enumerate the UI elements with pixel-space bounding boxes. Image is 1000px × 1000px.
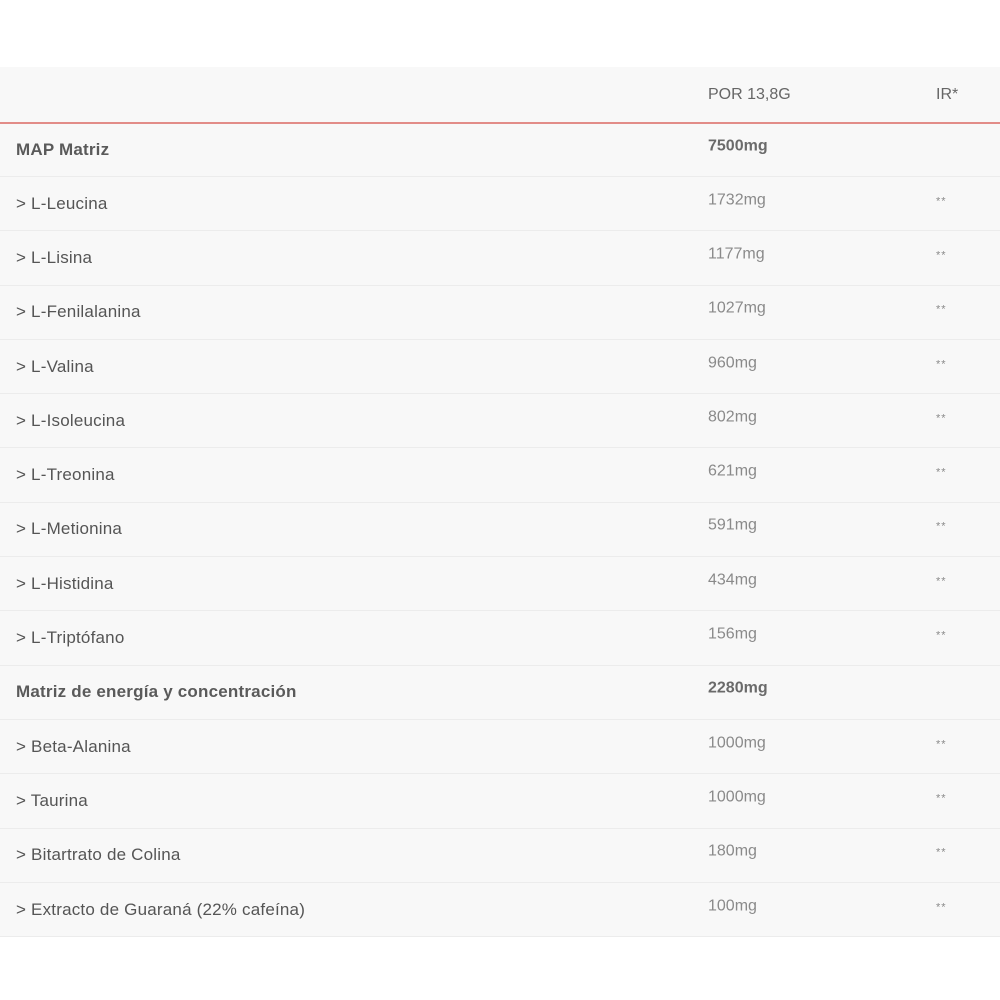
ingredient-ir: ** bbox=[936, 738, 947, 751]
table-row: > Extracto de Guaraná (22% cafeína) 100mg… bbox=[0, 883, 1000, 938]
table-row: > L-Metionina 591mg ** bbox=[0, 503, 1000, 558]
table-row: > L-Valina 960mg ** bbox=[0, 340, 1000, 395]
ingredient-ir: ** bbox=[936, 901, 947, 914]
ingredient-name: > L-Leucina bbox=[16, 193, 108, 213]
ingredient-amount: 1177mg bbox=[708, 245, 765, 263]
table-row: > L-Leucina 1732mg ** bbox=[0, 177, 1000, 232]
table-row: > L-Lisina 1177mg ** bbox=[0, 231, 1000, 286]
ingredient-amount: 591mg bbox=[708, 516, 757, 534]
ingredient-ir: ** bbox=[936, 521, 947, 534]
ingredient-ir: ** bbox=[936, 629, 947, 642]
header-amount-label: POR 13,8G bbox=[708, 86, 791, 103]
ingredient-amount: 180mg bbox=[708, 842, 757, 860]
table-row: > L-Isoleucina 802mg ** bbox=[0, 394, 1000, 449]
ingredient-amount: 1000mg bbox=[708, 734, 766, 752]
ingredient-name: > L-Fenilalanina bbox=[16, 302, 141, 322]
ingredient-amount: 802mg bbox=[708, 408, 757, 426]
table-row: > L-Treonina 621mg ** bbox=[0, 448, 1000, 503]
table-row: > Bitartrato de Colina 180mg ** bbox=[0, 829, 1000, 883]
ingredient-ir: ** bbox=[936, 846, 947, 859]
ingredient-amount: 100mg bbox=[708, 896, 757, 914]
table-row: > Taurina 1000mg ** bbox=[0, 774, 1000, 829]
ingredient-name: Matriz de energía y concentración bbox=[16, 682, 297, 702]
ingredient-amount: 2280mg bbox=[708, 679, 768, 697]
ingredient-ir: ** bbox=[936, 575, 947, 588]
ingredient-amount: 621mg bbox=[708, 462, 757, 480]
table-body: MAP Matriz 7500mg > L-Leucina 1732mg ** > L-L… bbox=[0, 124, 1000, 938]
ingredient-ir: ** bbox=[936, 412, 947, 425]
ingredient-amount: 960mg bbox=[708, 353, 757, 371]
ingredient-name: > L-Treonina bbox=[16, 465, 115, 485]
table-group-row: Matriz de energía y concentración 2280mg bbox=[0, 666, 1000, 720]
nutrition-table: POR 13,8G IR* MAP Matriz 7500mg > L-Leucin… bbox=[0, 67, 1000, 938]
ingredient-name: > Beta-Alanina bbox=[16, 736, 131, 756]
ingredient-amount: 1000mg bbox=[708, 788, 766, 806]
ingredient-amount: 1027mg bbox=[708, 299, 766, 317]
ingredient-ir: ** bbox=[936, 358, 947, 371]
ingredient-ir: ** bbox=[936, 466, 947, 479]
ingredient-name: MAP Matriz bbox=[16, 140, 110, 159]
table-row: > L-Triptófano 156mg ** bbox=[0, 611, 1000, 666]
ingredient-name: > L-Valina bbox=[16, 356, 94, 376]
table-row: > Beta-Alanina 1000mg ** bbox=[0, 720, 1000, 775]
ingredient-name: > Extracto de Guaraná (22% cafeína) bbox=[16, 899, 306, 919]
ingredient-ir: ** bbox=[936, 249, 947, 262]
ingredient-name: > L-Lisina bbox=[16, 247, 93, 267]
ingredient-name: > L-Histidina bbox=[16, 573, 114, 593]
table-row: > L-Fenilalanina 1027mg ** bbox=[0, 286, 1000, 340]
ingredient-name: > L-Metionina bbox=[16, 519, 123, 539]
ingredient-ir: ** bbox=[936, 792, 947, 805]
ingredient-amount: 1732mg bbox=[708, 191, 766, 209]
ingredient-amount: 7500mg bbox=[708, 137, 768, 155]
ingredient-name: > L-Isoleucina bbox=[16, 410, 126, 430]
ingredient-ir: ** bbox=[936, 195, 947, 208]
ingredient-name: > Taurina bbox=[16, 790, 88, 810]
table-header: POR 13,8G IR* bbox=[0, 67, 1000, 124]
ingredient-amount: 156mg bbox=[708, 625, 757, 643]
header-ir-label: IR* bbox=[936, 86, 959, 103]
ingredient-ir: ** bbox=[936, 303, 947, 316]
table-group-row: MAP Matriz 7500mg bbox=[0, 124, 1000, 177]
ingredient-amount: 434mg bbox=[708, 571, 757, 589]
table-row: > L-Histidina 434mg ** bbox=[0, 557, 1000, 612]
ingredient-name: > Bitartrato de Colina bbox=[16, 845, 181, 865]
ingredient-name: > L-Triptófano bbox=[16, 628, 125, 648]
